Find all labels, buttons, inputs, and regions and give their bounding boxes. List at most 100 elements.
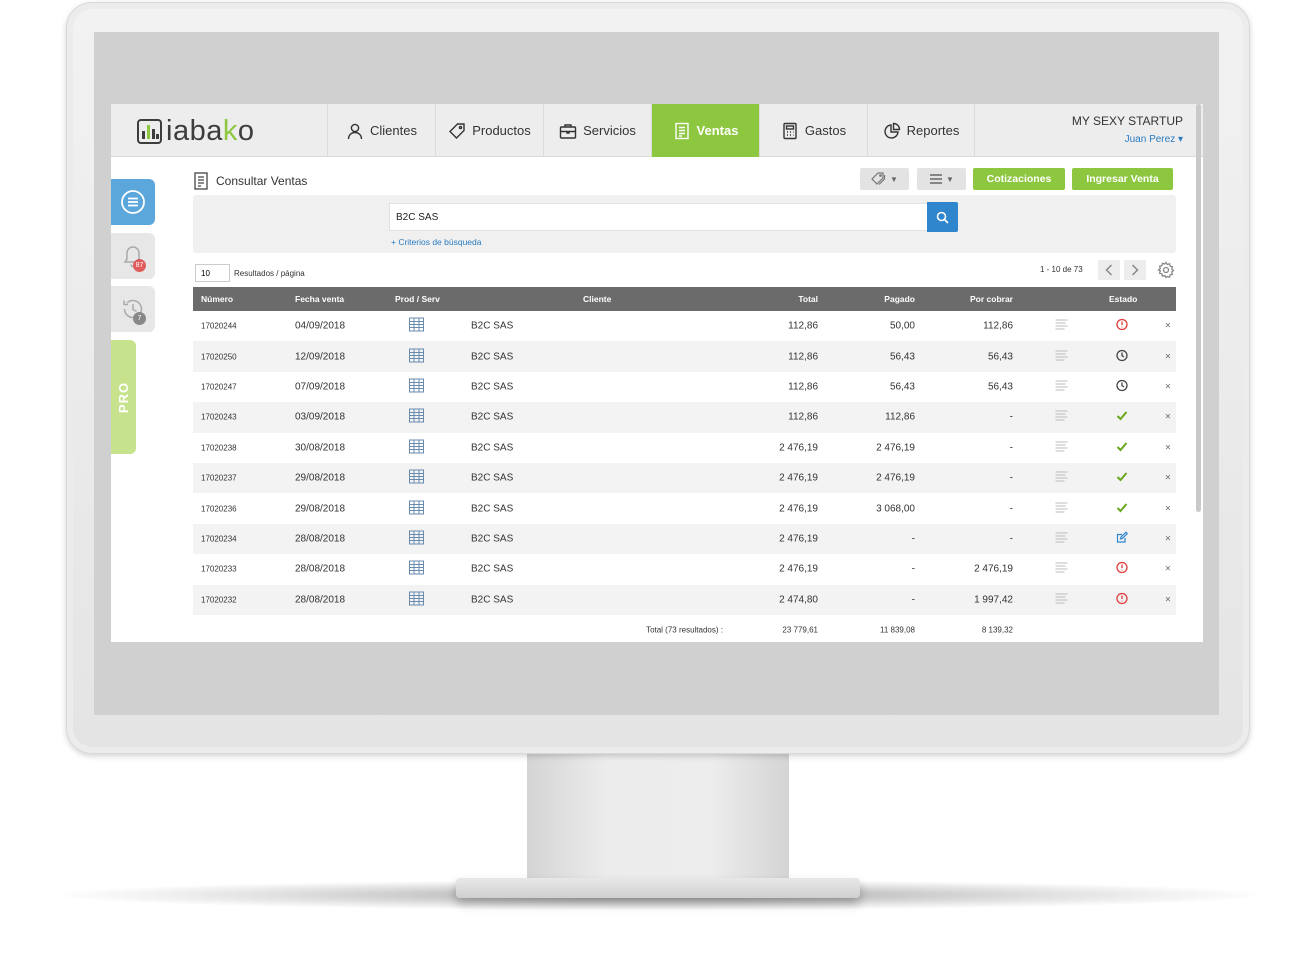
- cell-numero[interactable]: 17020237: [201, 474, 237, 483]
- products-grid-icon[interactable]: [409, 500, 424, 517]
- delete-row-button[interactable]: ×: [1165, 473, 1171, 484]
- delete-row-button[interactable]: ×: [1165, 533, 1171, 544]
- cell-numero[interactable]: 17020243: [201, 413, 237, 422]
- header-cliente[interactable]: Cliente: [583, 294, 611, 304]
- results-per-page-input[interactable]: [195, 264, 230, 282]
- nav-item-clientes[interactable]: Clientes: [327, 104, 435, 157]
- table-row[interactable]: 17020244 04/09/2018 B2C SAS 112,86 50,00…: [193, 311, 1176, 341]
- side-history-tab[interactable]: 7: [111, 286, 155, 332]
- search-input[interactable]: [389, 203, 928, 231]
- header-fecha[interactable]: Fecha venta: [295, 294, 344, 304]
- document-lines-icon[interactable]: [1055, 593, 1068, 607]
- check-icon[interactable]: [1116, 410, 1128, 425]
- table-row[interactable]: 17020250 12/09/2018 B2C SAS 112,86 56,43…: [193, 341, 1176, 372]
- products-grid-icon[interactable]: [409, 591, 424, 608]
- cell-cliente[interactable]: B2C SAS: [471, 321, 513, 332]
- table-row[interactable]: 17020234 28/08/2018 B2C SAS 2 476,19 - -…: [193, 523, 1176, 555]
- products-grid-icon[interactable]: [409, 530, 424, 547]
- list-options-button[interactable]: ▼: [917, 168, 966, 190]
- table-row[interactable]: 17020243 03/09/2018 B2C SAS 112,86 112,8…: [193, 402, 1176, 433]
- overdue-alert-icon[interactable]: [1116, 562, 1128, 577]
- header-numero[interactable]: Número: [201, 294, 233, 304]
- cell-cliente[interactable]: B2C SAS: [471, 412, 513, 423]
- delete-row-button[interactable]: ×: [1165, 351, 1171, 362]
- vertical-scrollbar[interactable]: [1196, 104, 1201, 512]
- delete-row-button[interactable]: ×: [1165, 321, 1171, 332]
- table-row[interactable]: 17020237 29/08/2018 B2C SAS 2 476,19 2 4…: [193, 462, 1176, 494]
- cell-numero[interactable]: 17020234: [201, 534, 237, 543]
- document-lines-icon[interactable]: [1055, 441, 1068, 455]
- clock-icon[interactable]: [1116, 349, 1128, 364]
- check-icon[interactable]: [1116, 501, 1128, 516]
- cell-numero[interactable]: 17020244: [201, 322, 237, 331]
- document-lines-icon[interactable]: [1055, 532, 1068, 546]
- side-pro-tab[interactable]: PRO: [111, 340, 136, 454]
- nav-item-gastos[interactable]: Gastos: [759, 104, 867, 157]
- nav-item-ventas[interactable]: Ventas: [651, 104, 759, 157]
- cell-cliente[interactable]: B2C SAS: [471, 503, 513, 514]
- document-lines-icon[interactable]: [1055, 502, 1068, 516]
- header-pagado[interactable]: Pagado: [884, 294, 915, 304]
- products-grid-icon[interactable]: [409, 469, 424, 487]
- overdue-alert-icon[interactable]: [1116, 319, 1128, 334]
- cell-cliente[interactable]: B2C SAS: [471, 381, 513, 392]
- check-icon[interactable]: [1116, 440, 1128, 455]
- document-lines-icon[interactable]: [1055, 319, 1068, 333]
- side-menu-tab[interactable]: [111, 179, 155, 225]
- document-lines-icon[interactable]: [1055, 562, 1068, 576]
- edit-icon[interactable]: [1116, 531, 1129, 546]
- table-row[interactable]: 17020238 30/08/2018 B2C SAS 2 476,19 2 4…: [193, 433, 1176, 463]
- nav-item-servicios[interactable]: Servicios: [543, 104, 651, 157]
- side-alerts-tab[interactable]: 87: [111, 233, 155, 279]
- products-grid-icon[interactable]: [409, 408, 424, 426]
- overdue-alert-icon[interactable]: [1116, 592, 1128, 607]
- document-lines-icon[interactable]: [1055, 471, 1068, 485]
- cell-numero[interactable]: 17020247: [201, 382, 237, 391]
- new-sale-button[interactable]: Ingresar Venta: [1072, 168, 1173, 190]
- iabako-logo[interactable]: iabako: [137, 116, 254, 146]
- cell-cliente[interactable]: B2C SAS: [471, 564, 513, 575]
- table-row[interactable]: 17020236 29/08/2018 B2C SAS 2 476,19 3 0…: [193, 493, 1176, 523]
- quotes-button[interactable]: Cotizaciones: [973, 168, 1065, 190]
- tag-filter-button[interactable]: ▼: [860, 168, 909, 190]
- table-row[interactable]: 17020247 07/09/2018 B2C SAS 112,86 56,43…: [193, 372, 1176, 402]
- delete-row-button[interactable]: ×: [1165, 564, 1171, 575]
- header-total[interactable]: Total: [798, 294, 818, 304]
- user-menu[interactable]: Juan Perez ▾: [1072, 134, 1183, 145]
- next-page-button[interactable]: [1124, 260, 1146, 280]
- products-grid-icon[interactable]: [409, 439, 424, 456]
- search-button[interactable]: [927, 202, 958, 232]
- delete-row-button[interactable]: ×: [1165, 442, 1171, 453]
- cell-numero[interactable]: 17020232: [201, 595, 237, 604]
- delete-row-button[interactable]: ×: [1165, 594, 1171, 605]
- nav-item-reportes[interactable]: Reportes: [867, 104, 975, 157]
- cell-cliente[interactable]: B2C SAS: [471, 594, 513, 605]
- delete-row-button[interactable]: ×: [1165, 412, 1171, 423]
- settings-gear-icon[interactable]: [1157, 261, 1175, 279]
- nav-item-productos[interactable]: Productos: [435, 104, 543, 157]
- header-prod-serv[interactable]: Prod / Serv: [395, 294, 440, 304]
- cell-numero[interactable]: 17020238: [201, 443, 237, 452]
- header-estado[interactable]: Estado: [1109, 294, 1137, 304]
- clock-icon[interactable]: [1116, 379, 1128, 394]
- check-icon[interactable]: [1116, 471, 1128, 486]
- products-grid-icon[interactable]: [409, 317, 424, 335]
- previous-page-button[interactable]: [1098, 260, 1120, 280]
- delete-row-button[interactable]: ×: [1165, 381, 1171, 392]
- cell-numero[interactable]: 17020250: [201, 352, 237, 361]
- table-row[interactable]: 17020232 28/08/2018 B2C SAS 2 474,80 - 1…: [193, 584, 1176, 615]
- cell-cliente[interactable]: B2C SAS: [471, 533, 513, 544]
- products-grid-icon[interactable]: [409, 348, 424, 365]
- table-row[interactable]: 17020233 28/08/2018 B2C SAS 2 476,19 - 2…: [193, 554, 1176, 584]
- products-grid-icon[interactable]: [409, 378, 424, 395]
- cell-cliente[interactable]: B2C SAS: [471, 351, 513, 362]
- header-por-cobrar[interactable]: Por cobrar: [970, 294, 1013, 304]
- products-grid-icon[interactable]: [409, 560, 424, 578]
- delete-row-button[interactable]: ×: [1165, 503, 1171, 514]
- cell-cliente[interactable]: B2C SAS: [471, 473, 513, 484]
- document-lines-icon[interactable]: [1055, 350, 1068, 364]
- cell-numero[interactable]: 17020236: [201, 504, 237, 513]
- document-lines-icon[interactable]: [1055, 380, 1068, 394]
- cell-cliente[interactable]: B2C SAS: [471, 442, 513, 453]
- document-lines-icon[interactable]: [1055, 410, 1068, 424]
